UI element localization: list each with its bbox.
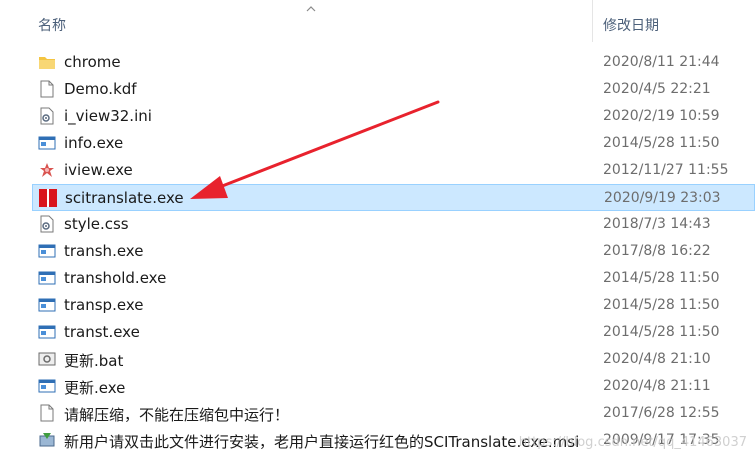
file-row[interactable]: chrome 2020/8/11 21:44 [32, 49, 755, 76]
file-name: transh.exe [64, 242, 144, 260]
file-date-modified: 2017/6/28 12:55 [603, 405, 720, 421]
file-row[interactable]: 更新.exe 2020/4/8 21:11 [32, 373, 755, 400]
file-date-modified: 2020/9/19 23:03 [604, 190, 721, 206]
file-date-modified: 2018/7/3 14:43 [603, 216, 711, 232]
file-date-modified: 2017/8/8 16:22 [603, 243, 711, 259]
window-app-icon [38, 296, 56, 314]
red-app-icon [39, 189, 57, 207]
window-app-icon [38, 269, 56, 287]
file-row[interactable]: Demo.kdf 2020/4/5 22:21 [32, 76, 755, 103]
file-row[interactable]: 更新.bat 2020/4/8 21:10 [32, 346, 755, 373]
file-date-modified: 2014/5/28 11:50 [603, 270, 720, 286]
batch-file-icon [38, 350, 56, 368]
file-name: 更新.bat [64, 352, 124, 370]
file-name: scitranslate.exe [65, 189, 184, 207]
file-date-modified: 2014/5/28 11:50 [603, 324, 720, 340]
sort-ascending-icon [306, 6, 316, 12]
file-name: info.exe [64, 134, 124, 152]
file-row[interactable]: iview.exe 2012/11/27 11:55 [32, 157, 755, 184]
file-icon [38, 404, 56, 422]
file-name: transt.exe [64, 323, 140, 341]
folder-icon [38, 53, 56, 71]
file-name: 新用户请双击此文件进行安装，老用户直接运行红色的SCITranslate.exe… [64, 433, 580, 451]
file-name: chrome [64, 53, 121, 71]
file-row[interactable]: transhold.exe 2014/5/28 11:50 [32, 265, 755, 292]
window-app-icon [38, 323, 56, 341]
file-row[interactable]: i_view32.ini 2020/2/19 10:59 [32, 103, 755, 130]
file-row[interactable]: scitranslate.exe 2020/9/19 23:03 [32, 184, 755, 211]
column-header-name[interactable]: 名称 [38, 15, 66, 35]
file-name: iview.exe [64, 161, 133, 179]
file-name: style.css [64, 215, 129, 233]
file-icon [38, 80, 56, 98]
file-date-modified: 2020/4/8 21:10 [603, 351, 711, 367]
file-row[interactable]: transp.exe 2014/5/28 11:50 [32, 292, 755, 319]
file-date-modified: 2020/4/5 22:21 [603, 81, 711, 97]
file-name: transp.exe [64, 296, 144, 314]
settings-file-icon [38, 107, 56, 125]
file-row[interactable]: info.exe 2014/5/28 11:50 [32, 130, 755, 157]
file-date-modified: 2014/5/28 11:50 [603, 135, 720, 151]
file-row[interactable]: style.css 2018/7/3 14:43 [32, 211, 755, 238]
file-row[interactable]: 请解压缩，不能在压缩包中运行！ 2017/6/28 12:55 [32, 400, 755, 427]
window-app-icon [38, 377, 56, 395]
file-name: 更新.exe [64, 379, 126, 397]
window-app-icon [38, 242, 56, 260]
column-header-date-modified[interactable]: 修改日期 [603, 15, 659, 35]
file-name: transhold.exe [64, 269, 167, 287]
column-header-bar: 名称 修改日期 [0, 0, 755, 42]
file-name: Demo.kdf [64, 80, 137, 98]
window-app-icon [38, 134, 56, 152]
file-date-modified: 2014/5/28 11:50 [603, 297, 720, 313]
file-date-modified: 2020/8/11 21:44 [603, 54, 720, 70]
file-date-modified: 2020/2/19 10:59 [603, 108, 720, 124]
column-divider[interactable] [592, 0, 593, 42]
iview-app-icon [38, 161, 56, 179]
file-date-modified: 2012/11/27 11:55 [603, 162, 729, 178]
file-name: i_view32.ini [64, 107, 152, 125]
watermark: https://blog.csdn.net/qq_41463037 [518, 435, 747, 450]
installer-icon [38, 431, 56, 449]
file-row[interactable]: transt.exe 2014/5/28 11:50 [32, 319, 755, 346]
file-row[interactable]: transh.exe 2017/8/8 16:22 [32, 238, 755, 265]
file-date-modified: 2020/4/8 21:11 [603, 378, 711, 394]
settings-file-icon [38, 215, 56, 233]
file-name: 请解压缩，不能在压缩包中运行！ [64, 406, 290, 424]
